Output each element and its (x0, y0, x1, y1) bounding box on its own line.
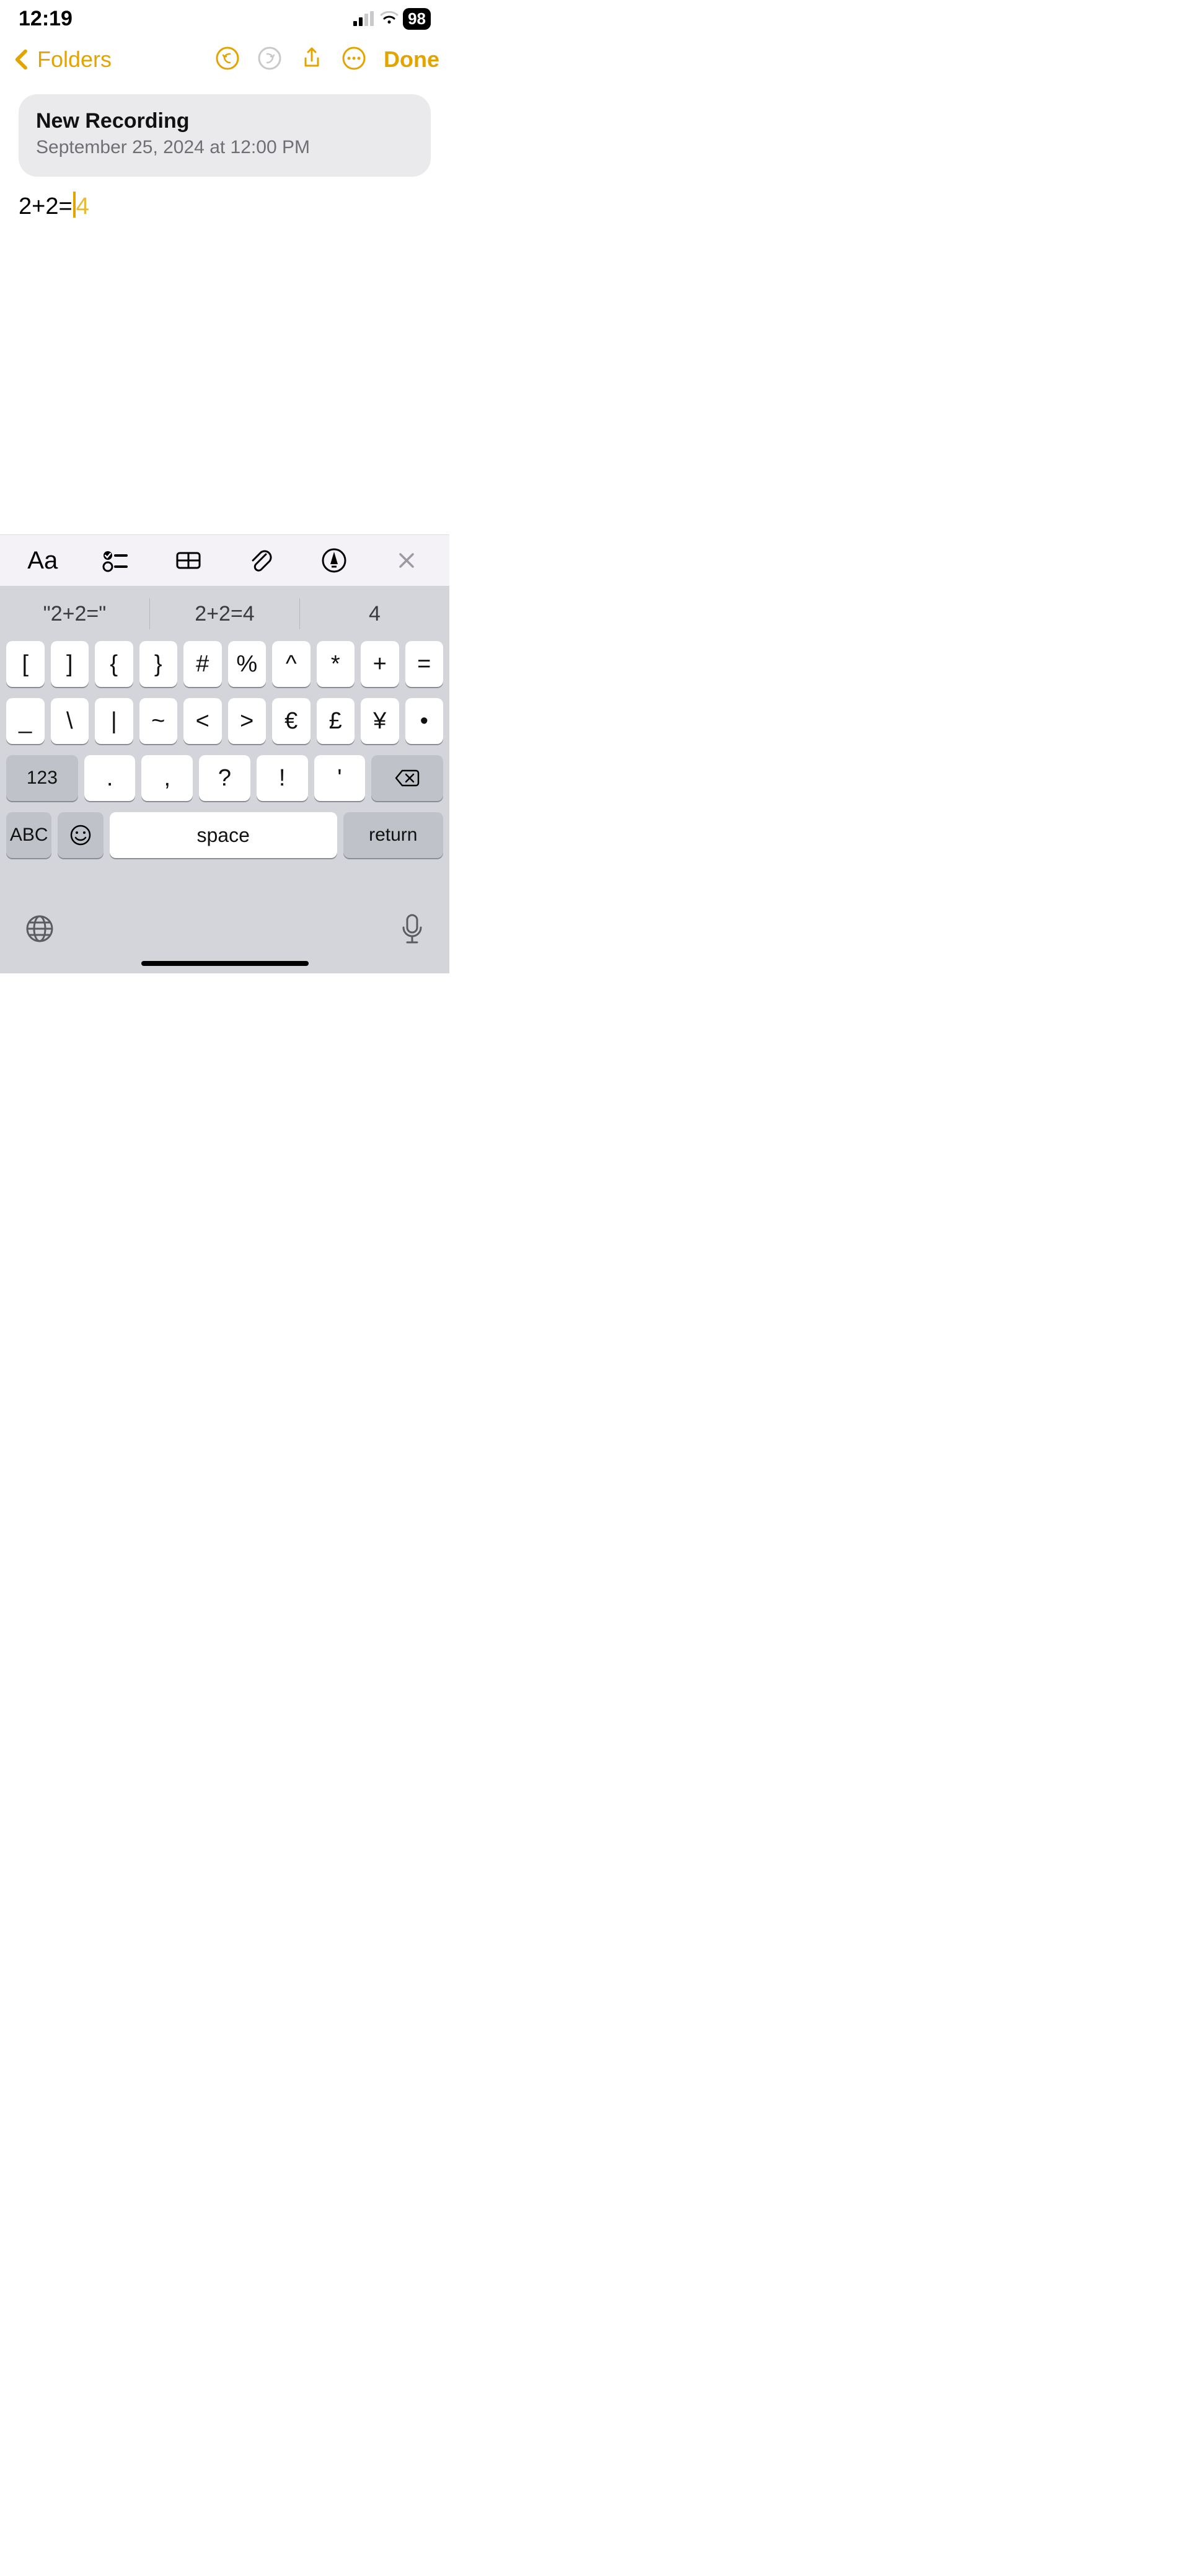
text-format-icon: Aa (27, 547, 58, 575)
undo-icon (215, 46, 240, 71)
inline-suggestion: 4 (76, 193, 89, 219)
chevron-left-icon (10, 47, 35, 72)
key-gt[interactable]: > (228, 698, 267, 744)
key-backslash[interactable]: \ (51, 698, 89, 744)
key-apostrophe[interactable]: ' (314, 755, 366, 801)
key-exclaim[interactable]: ! (257, 755, 308, 801)
key-caret[interactable]: ^ (272, 641, 311, 687)
battery-indicator: 98 (403, 8, 431, 30)
back-button[interactable]: Folders (10, 46, 112, 73)
key-plus[interactable]: + (361, 641, 399, 687)
key-pound[interactable]: £ (317, 698, 355, 744)
wifi-icon (379, 11, 399, 26)
key-row-3: 123 . , ? ! ' (0, 755, 449, 801)
share-icon (299, 46, 324, 71)
attachment-icon (247, 547, 275, 574)
key-backspace[interactable] (371, 755, 443, 801)
text-cursor (73, 192, 76, 218)
key-tilde[interactable]: ~ (139, 698, 178, 744)
keyboard: "2+2=" 2+2=4 4 [ ] { } # % ^ * + = _ \ |… (0, 586, 449, 973)
mic-button[interactable] (400, 913, 425, 948)
key-row-4: ABC space return (0, 812, 449, 858)
key-question[interactable]: ? (199, 755, 250, 801)
status-bar: 12:19 98 (0, 0, 449, 37)
key-bullet[interactable]: • (405, 698, 444, 744)
key-period[interactable]: . (84, 755, 136, 801)
key-row-2: _ \ | ~ < > € £ ¥ • (0, 698, 449, 744)
checklist-icon (102, 547, 129, 574)
status-time: 12:19 (19, 7, 73, 31)
share-button[interactable] (299, 46, 324, 74)
globe-icon (25, 914, 55, 944)
redo-button (257, 46, 282, 74)
signal-icon (353, 11, 376, 26)
close-format-button[interactable] (387, 541, 426, 580)
key-row-1: [ ] { } # % ^ * + = (0, 641, 449, 687)
close-icon (393, 547, 420, 574)
key-emoji[interactable] (58, 812, 103, 858)
text-format-button[interactable]: Aa (23, 541, 63, 580)
status-indicators: 98 (353, 8, 431, 30)
key-yen[interactable]: ¥ (361, 698, 399, 744)
nav-bar: Folders Done (0, 37, 449, 82)
undo-button[interactable] (215, 46, 240, 74)
note-body[interactable]: 2+2=4 (0, 177, 449, 235)
key-euro[interactable]: € (272, 698, 311, 744)
redo-icon (257, 46, 282, 71)
key-percent[interactable]: % (228, 641, 267, 687)
key-rbrace[interactable]: } (139, 641, 178, 687)
back-label: Folders (37, 46, 112, 73)
mic-icon (400, 913, 425, 945)
emoji-icon (69, 824, 92, 846)
backspace-icon (395, 768, 420, 788)
checklist-button[interactable] (95, 541, 135, 580)
handwriting-button[interactable] (314, 541, 354, 580)
note-text: 2+2= (19, 193, 73, 219)
format-toolbar: Aa (0, 534, 449, 586)
key-comma[interactable]: , (141, 755, 193, 801)
table-icon (175, 547, 202, 574)
key-equals[interactable]: = (405, 641, 444, 687)
done-button[interactable]: Done (384, 46, 439, 73)
key-lbrace[interactable]: { (95, 641, 133, 687)
key-hash[interactable]: # (183, 641, 222, 687)
suggestion-1[interactable]: "2+2=" (0, 602, 149, 626)
home-indicator[interactable] (141, 961, 309, 966)
more-icon (342, 46, 366, 71)
key-abc[interactable]: ABC (6, 812, 51, 858)
key-space[interactable]: space (110, 812, 337, 858)
recording-card[interactable]: New Recording September 25, 2024 at 12:0… (19, 94, 431, 177)
suggestion-bar: "2+2=" 2+2=4 4 (0, 586, 449, 641)
recording-title: New Recording (36, 109, 413, 133)
key-asterisk[interactable]: * (317, 641, 355, 687)
suggestion-3[interactable]: 4 (300, 602, 449, 626)
suggestion-2[interactable]: 2+2=4 (150, 602, 299, 626)
key-underscore[interactable]: _ (6, 698, 45, 744)
more-button[interactable] (342, 46, 366, 74)
table-button[interactable] (169, 541, 208, 580)
globe-button[interactable] (25, 914, 55, 947)
handwriting-icon (320, 547, 348, 574)
attachment-button[interactable] (241, 541, 281, 580)
recording-subtitle: September 25, 2024 at 12:00 PM (36, 137, 413, 158)
key-pipe[interactable]: | (95, 698, 133, 744)
key-lt[interactable]: < (183, 698, 222, 744)
key-return[interactable]: return (343, 812, 443, 858)
key-lbracket[interactable]: [ (6, 641, 45, 687)
key-123[interactable]: 123 (6, 755, 78, 801)
key-rbracket[interactable]: ] (51, 641, 89, 687)
